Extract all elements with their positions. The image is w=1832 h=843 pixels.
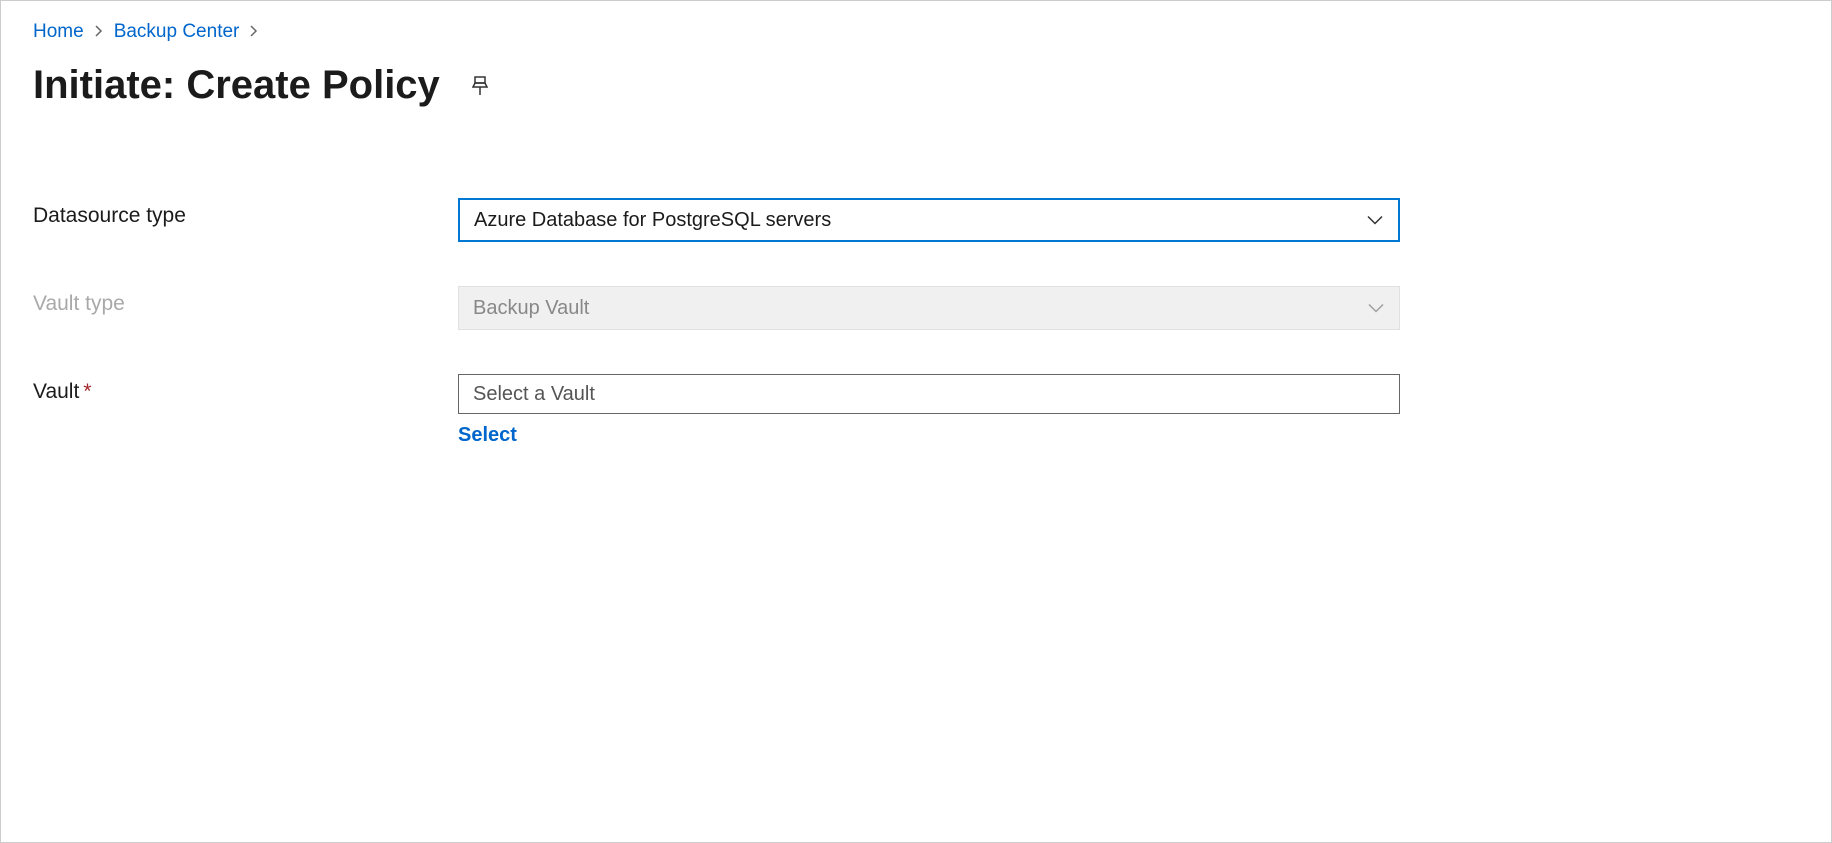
vault-input[interactable]: Select a Vault: [458, 374, 1400, 414]
form-row-datasource-type: Datasource type Azure Database for Postg…: [33, 198, 1799, 242]
vault-type-select: Backup Vault: [458, 286, 1400, 330]
page-title: Initiate: Create Policy: [33, 63, 440, 108]
vault-label: Vault*: [33, 374, 458, 404]
vault-type-value: Backup Vault: [473, 297, 589, 320]
vault-type-label: Vault type: [33, 286, 458, 316]
breadcrumb-home[interactable]: Home: [33, 21, 84, 43]
form-row-vault-type: Vault type Backup Vault: [33, 286, 1799, 330]
datasource-type-label: Datasource type: [33, 198, 458, 228]
vault-placeholder: Select a Vault: [473, 383, 595, 406]
form-row-vault: Vault* Select a Vault Select: [33, 374, 1799, 447]
breadcrumb-backup-center[interactable]: Backup Center: [114, 21, 240, 43]
page-title-row: Initiate: Create Policy: [33, 63, 1799, 108]
pin-icon[interactable]: [468, 74, 492, 98]
chevron-down-icon: [1366, 209, 1384, 232]
chevron-right-icon: [249, 24, 259, 41]
breadcrumb: Home Backup Center: [33, 21, 1799, 43]
datasource-type-value: Azure Database for PostgreSQL servers: [474, 209, 831, 232]
datasource-type-select[interactable]: Azure Database for PostgreSQL servers: [458, 198, 1400, 242]
chevron-right-icon: [94, 24, 104, 41]
required-asterisk: *: [83, 380, 91, 403]
chevron-down-icon: [1367, 297, 1385, 320]
vault-select-link[interactable]: Select: [458, 424, 517, 447]
